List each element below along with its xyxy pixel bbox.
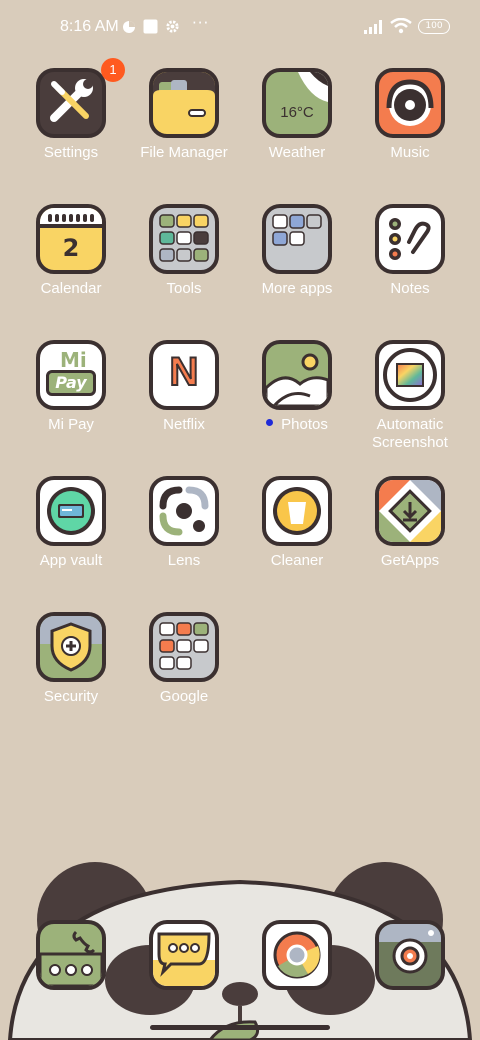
calendar-date: 2 bbox=[62, 234, 80, 262]
app-weather[interactable]: 16°C Weather bbox=[241, 68, 353, 162]
dock-messages[interactable] bbox=[128, 920, 240, 990]
app-music[interactable]: Music bbox=[354, 68, 466, 162]
app-settings[interactable]: 1 Settings bbox=[15, 58, 127, 162]
app-getapps[interactable]: GetApps bbox=[354, 476, 466, 570]
lens-icon bbox=[149, 476, 219, 546]
chrome-icon bbox=[262, 920, 332, 990]
security-shield-icon bbox=[36, 612, 106, 682]
wifi-icon bbox=[390, 17, 412, 38]
app-label: Notes bbox=[390, 280, 430, 297]
app-label: Settings bbox=[43, 144, 99, 161]
app-label: Google bbox=[159, 688, 209, 705]
notification-badge: 1 bbox=[101, 58, 125, 82]
cleaner-icon bbox=[262, 476, 332, 546]
app-mi-pay[interactable]: Mi Pay Mi Pay bbox=[15, 340, 127, 434]
app-cleaner[interactable]: Cleaner bbox=[241, 476, 353, 570]
netflix-letter: N bbox=[169, 349, 200, 395]
app-label: App vault bbox=[39, 552, 103, 569]
data-saver-icon bbox=[122, 20, 136, 38]
folder-grid-icon bbox=[149, 612, 219, 682]
vault-icon bbox=[36, 476, 106, 546]
getapps-icon bbox=[375, 476, 445, 546]
dock-chrome[interactable] bbox=[241, 920, 353, 990]
app-app-vault[interactable]: App vault bbox=[15, 476, 127, 570]
screenshot-app-icon bbox=[375, 340, 445, 410]
more-dots-icon: ··· bbox=[192, 14, 210, 32]
folder-grid-icon bbox=[149, 204, 219, 274]
app-label: Security bbox=[43, 688, 99, 705]
app-lens[interactable]: Lens bbox=[128, 476, 240, 570]
new-app-dot bbox=[266, 419, 274, 426]
app-label: Calendar bbox=[40, 280, 102, 297]
pay-text: Pay bbox=[46, 370, 96, 396]
folder-icon bbox=[149, 68, 219, 138]
app-label: Weather bbox=[268, 144, 326, 161]
home-indicator[interactable] bbox=[150, 1025, 330, 1030]
app-label: Netflix bbox=[163, 416, 205, 433]
gear-icon bbox=[165, 19, 180, 38]
app-label: File Manager bbox=[140, 144, 228, 161]
app-label: Lens bbox=[167, 552, 201, 569]
app-photos[interactable]: Photos bbox=[241, 340, 353, 434]
app-google-folder[interactable]: Google bbox=[128, 612, 240, 706]
app-label: More apps bbox=[261, 280, 333, 297]
status-bar: 8:16 AM ··· 100 bbox=[0, 0, 480, 56]
phone-icon bbox=[36, 920, 106, 990]
camera-icon bbox=[375, 920, 445, 990]
photos-icon bbox=[262, 340, 332, 410]
app-label: Tools bbox=[166, 280, 202, 297]
app-calendar[interactable]: 2 Calendar bbox=[15, 204, 127, 298]
dock-camera[interactable] bbox=[354, 920, 466, 990]
app-label: Music bbox=[390, 144, 430, 161]
headphones-icon bbox=[375, 68, 445, 138]
notes-icon bbox=[375, 204, 445, 274]
app-more-apps-folder[interactable]: More apps bbox=[241, 204, 353, 298]
dock-phone[interactable] bbox=[15, 920, 127, 990]
app-label-text: Photos bbox=[281, 416, 328, 433]
signal-icon bbox=[364, 20, 386, 38]
weather-temp: 16°C bbox=[280, 104, 314, 121]
folder-grid-icon bbox=[262, 204, 332, 274]
mi-text: Mi bbox=[60, 348, 87, 372]
app-label: Automatic Screenshot bbox=[372, 416, 448, 451]
calendar-icon: 2 bbox=[36, 204, 106, 274]
netflix-icon: N bbox=[149, 340, 219, 410]
status-time: 8:16 AM bbox=[60, 18, 119, 35]
app-tools-folder[interactable]: Tools bbox=[128, 204, 240, 298]
app-label: GetApps bbox=[380, 552, 440, 569]
app-notes[interactable]: Notes bbox=[354, 204, 466, 298]
mi-pay-icon: Mi Pay bbox=[36, 340, 106, 410]
weather-icon: 16°C bbox=[262, 68, 332, 138]
messages-icon bbox=[149, 920, 219, 990]
screenshot-icon bbox=[143, 19, 158, 38]
app-label: Cleaner bbox=[270, 552, 324, 569]
app-security[interactable]: Security bbox=[15, 612, 127, 706]
battery-icon: 100 bbox=[418, 19, 450, 34]
settings-icon bbox=[36, 68, 106, 138]
app-label: Photos bbox=[241, 416, 353, 434]
app-label: Mi Pay bbox=[48, 416, 94, 433]
app-netflix[interactable]: N Netflix bbox=[128, 340, 240, 434]
app-file-manager[interactable]: File Manager bbox=[128, 68, 240, 162]
app-automatic-screenshot[interactable]: Automatic Screenshot bbox=[354, 340, 466, 452]
